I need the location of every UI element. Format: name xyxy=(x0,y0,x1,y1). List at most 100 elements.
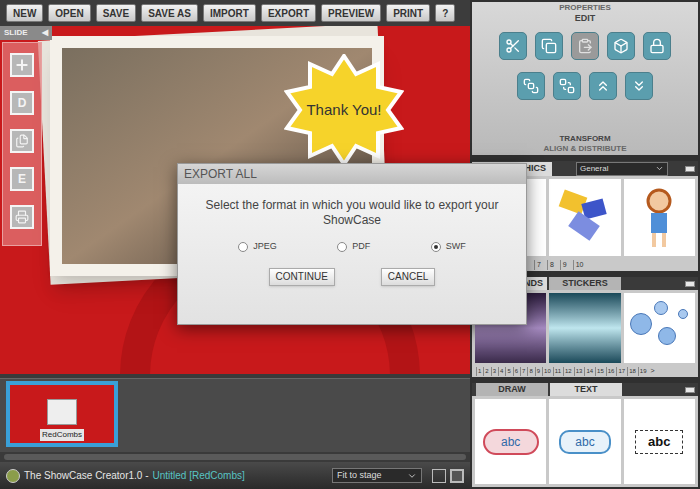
toolbar-button[interactable]: PRINT xyxy=(386,4,430,22)
plus-icon xyxy=(14,57,30,73)
graphic-thumbnail[interactable] xyxy=(549,179,620,256)
collapse-arrow[interactable]: ◀ xyxy=(42,27,48,39)
dialog-title-bar: EXPORT ALL xyxy=(178,164,526,184)
page-number[interactable]: 9 xyxy=(560,260,569,271)
panel-tab[interactable]: TEXT xyxy=(550,383,622,397)
graphic-thumbnail[interactable] xyxy=(624,179,695,256)
collapse-button[interactable] xyxy=(685,281,695,287)
single-view-icon[interactable] xyxy=(432,469,446,483)
group-button[interactable] xyxy=(607,32,635,60)
forward-icon xyxy=(595,78,611,94)
backward-button[interactable] xyxy=(625,72,653,100)
page-number[interactable]: 14 xyxy=(584,367,594,376)
page-number[interactable]: 12 xyxy=(563,367,573,376)
arrange-buttons xyxy=(517,72,653,100)
lock-button[interactable] xyxy=(643,32,671,60)
page-number[interactable]: 7 xyxy=(520,367,526,376)
page-number[interactable]: 15 xyxy=(595,367,605,376)
forward-button[interactable] xyxy=(589,72,617,100)
toolbar-button[interactable]: EXPORT xyxy=(261,4,316,22)
format-radio[interactable]: SWF xyxy=(431,240,466,254)
backgrounds-pagination: 12345678910111213141516171819> xyxy=(472,366,698,377)
page-number[interactable]: 17 xyxy=(616,367,626,376)
text-style-thumbnail[interactable]: abc xyxy=(475,399,546,484)
page-number[interactable]: 10 xyxy=(542,367,552,376)
slide-tab[interactable]: SLIDE ◀ xyxy=(0,26,52,40)
page-number[interactable]: 10 xyxy=(573,260,586,271)
toolbar-button[interactable]: SAVE xyxy=(96,4,137,22)
export-dialog: EXPORT ALL Select the format in which you… xyxy=(177,163,527,325)
toolbar-button[interactable]: ? xyxy=(435,4,455,22)
backward-icon xyxy=(631,78,647,94)
paste-button[interactable] xyxy=(571,32,599,60)
text-style-thumbnail[interactable]: abc xyxy=(549,399,620,484)
page-number[interactable]: 8 xyxy=(527,367,533,376)
slide-tab-label: SLIDE xyxy=(4,27,28,39)
format-radio[interactable]: JPEG xyxy=(238,240,277,254)
next-page-button[interactable]: > xyxy=(651,366,655,377)
page-number[interactable]: 5 xyxy=(505,367,511,376)
page-number[interactable]: 2 xyxy=(483,367,489,376)
properties-panel: PROPERTIESEDITTRANSFORMALIGN & DISTRIBUT… xyxy=(472,2,698,155)
page-number[interactable]: 6 xyxy=(513,367,519,376)
front-button[interactable] xyxy=(517,72,545,100)
page-number[interactable]: 16 xyxy=(606,367,616,376)
slide-sidebar: DE xyxy=(2,42,42,246)
app-logo-icon xyxy=(6,469,20,483)
page-number[interactable]: 19 xyxy=(638,367,648,376)
toolbar-button[interactable]: NEW xyxy=(6,4,43,22)
thank-you-sticker[interactable]: Thank You! xyxy=(284,54,404,166)
page-number[interactable]: 4 xyxy=(498,367,504,376)
paste-icon xyxy=(577,38,593,54)
toolbar-button[interactable]: OPEN xyxy=(48,4,90,22)
category-dropdown[interactable]: General xyxy=(576,162,668,176)
cartoon-girl-icon xyxy=(639,187,679,249)
sidebar-print-button[interactable] xyxy=(10,205,34,229)
page-number[interactable]: 11 xyxy=(553,367,562,376)
horizontal-scrollbar[interactable] xyxy=(0,452,470,462)
page-number[interactable]: 7 xyxy=(534,260,543,271)
sidebar-pages-button[interactable] xyxy=(10,129,34,153)
slide-strip: RedCombs xyxy=(0,378,470,452)
chevron-down-icon xyxy=(655,164,664,173)
app-window: NEW OPEN SAVESAVE AS IMPORT EXPORT PREVIEW PRI… xyxy=(0,0,700,489)
dialog-button[interactable]: CONTINUE xyxy=(269,268,335,286)
collapse-button[interactable] xyxy=(685,387,695,393)
text-panel: DRAWTEXTabcabcabc xyxy=(472,383,698,487)
dialog-message: Select the format in which you would lik… xyxy=(178,198,526,228)
page-number[interactable]: 3 xyxy=(491,367,497,376)
cut-button[interactable] xyxy=(499,32,527,60)
page-number[interactable]: 9 xyxy=(535,367,541,376)
copy-button[interactable] xyxy=(535,32,563,60)
toolbar-button[interactable]: IMPORT xyxy=(203,4,256,22)
panel-tab[interactable]: STICKERS xyxy=(549,277,621,291)
front-icon xyxy=(523,78,539,94)
page-number[interactable]: 18 xyxy=(627,367,637,376)
sidebar-letter-button[interactable]: D xyxy=(10,91,34,115)
text-style-thumbnail[interactable]: abc xyxy=(624,399,695,484)
dialog-button[interactable]: CANCEL xyxy=(381,268,436,286)
toolbar-button[interactable]: PREVIEW xyxy=(321,4,381,22)
edit-buttons xyxy=(499,32,671,60)
status-bar: The ShowCase Creator1.0 -Untitled [RedCo… xyxy=(0,462,470,489)
dialog-buttons: CONTINUE CANCEL xyxy=(178,268,526,286)
page-number[interactable]: 8 xyxy=(547,260,556,271)
background-thumbnail[interactable] xyxy=(549,293,620,363)
back-icon xyxy=(559,78,575,94)
back-button[interactable] xyxy=(553,72,581,100)
collapse-button[interactable] xyxy=(685,166,695,172)
sticker-text: Thank You! xyxy=(306,99,381,122)
copy-icon xyxy=(541,38,557,54)
lock-icon xyxy=(649,38,665,54)
format-radio[interactable]: PDF xyxy=(337,240,370,254)
grid-view-icon[interactable] xyxy=(450,469,464,483)
slide-thumbnail[interactable]: RedCombs xyxy=(6,381,118,447)
sidebar-letter-button[interactable]: E xyxy=(10,167,34,191)
sidebar-add-button[interactable] xyxy=(10,53,34,77)
page-number[interactable]: 13 xyxy=(574,367,584,376)
panel-tab[interactable]: DRAW xyxy=(476,383,548,397)
background-thumbnail[interactable] xyxy=(624,293,695,363)
zoom-dropdown[interactable]: Fit to stage xyxy=(332,468,422,484)
toolbar-button[interactable]: SAVE AS xyxy=(141,4,198,22)
page-number[interactable]: 1 xyxy=(476,367,482,376)
